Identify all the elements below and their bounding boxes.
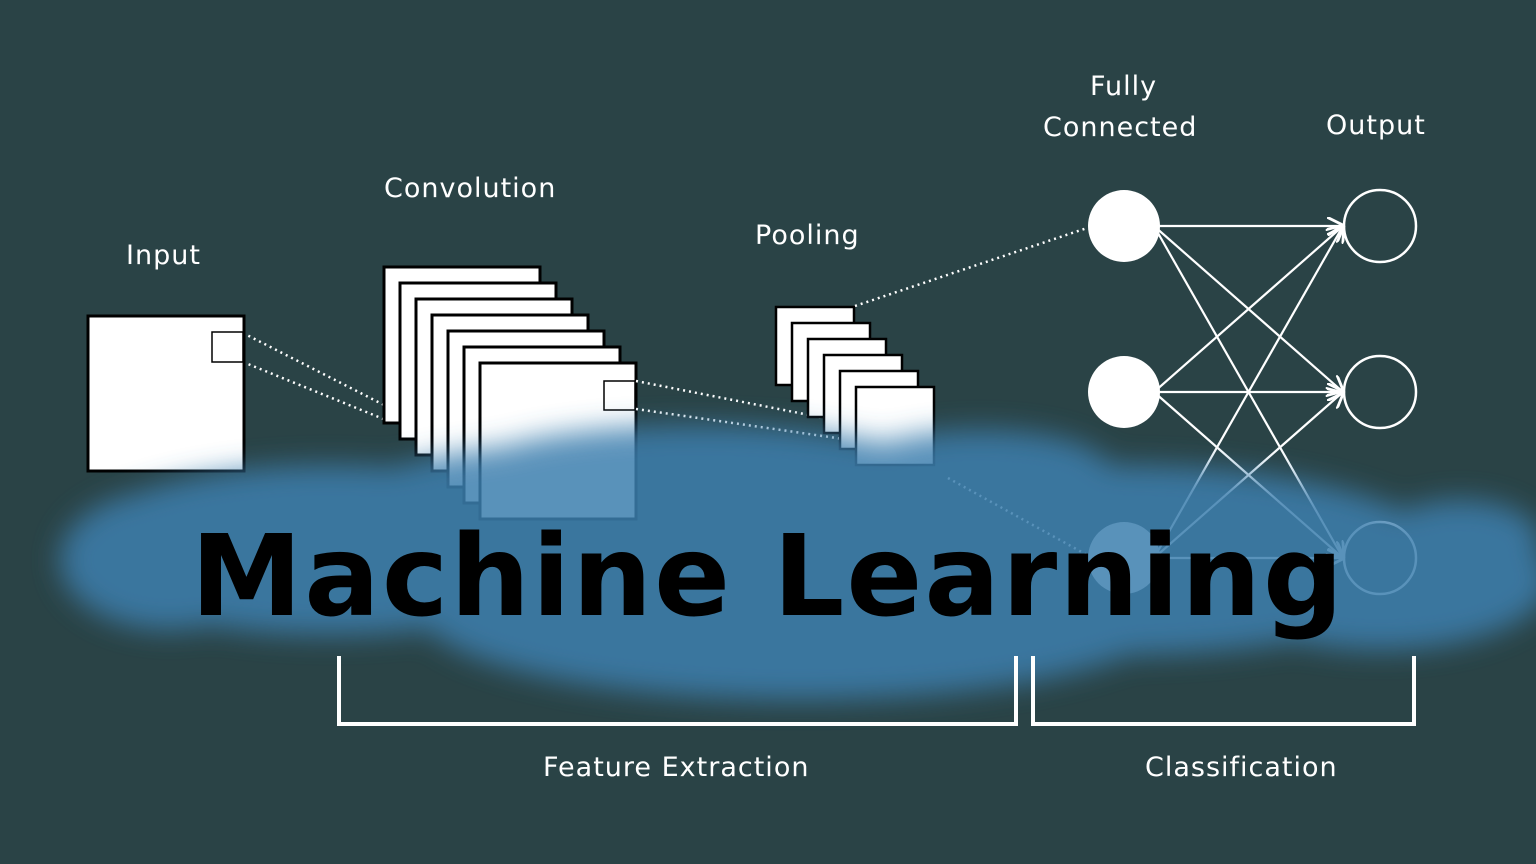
title-machine-learning: Machine Learning (190, 512, 1346, 642)
label-pooling: Pooling (755, 220, 860, 251)
cnn-diagram (60, 188, 1536, 726)
output-node (1342, 354, 1418, 430)
fully-connected-node (1088, 190, 1160, 262)
input-connectors (242, 331, 387, 422)
label-output: Output (1326, 110, 1426, 141)
input-layer (86, 314, 246, 473)
convolution-kernel-window (603, 380, 636, 411)
label-feature-extraction: Feature Extraction (543, 752, 810, 783)
label-fully-connected-line2: Connected (1043, 112, 1198, 143)
output-node (1342, 188, 1418, 264)
label-input: Input (126, 240, 201, 271)
input-receptive-field (211, 331, 244, 363)
label-convolution: Convolution (384, 173, 557, 204)
label-fully-connected-line1: Fully (1090, 71, 1158, 102)
label-classification: Classification (1145, 752, 1338, 783)
fully-connected-node (1088, 356, 1160, 428)
